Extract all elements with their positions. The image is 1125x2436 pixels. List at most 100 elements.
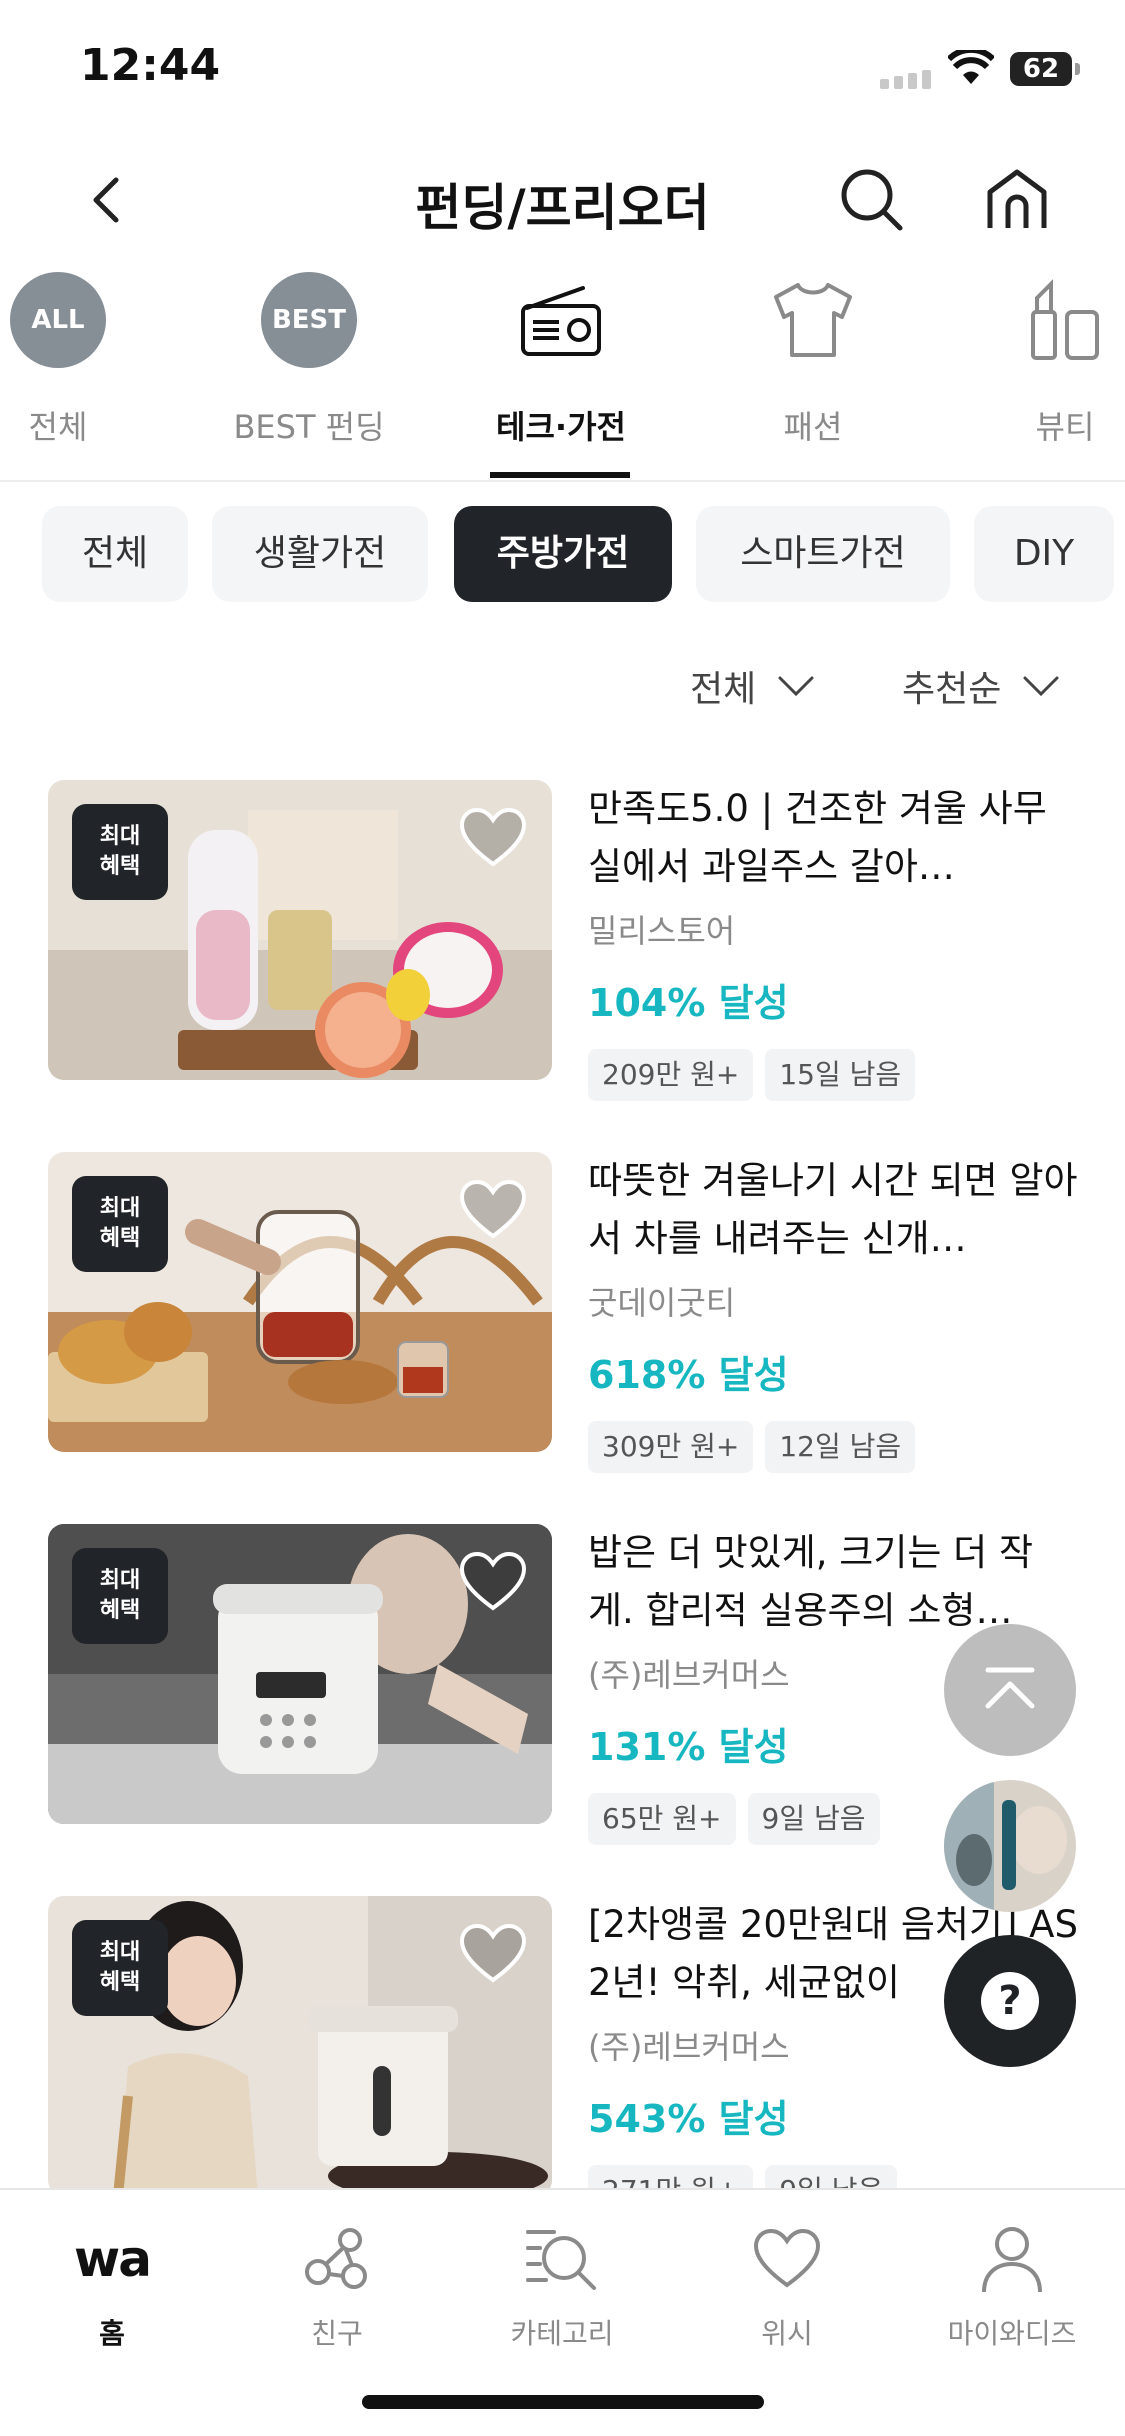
badge-text: 혜택 — [99, 1226, 141, 1251]
live-preview-button[interactable] — [944, 1780, 1076, 1912]
scroll-top-button[interactable] — [944, 1624, 1076, 1756]
max-benefit-badge: 최대혜택 — [72, 804, 168, 900]
category-label: 테크·가전 — [496, 408, 626, 446]
category-best[interactable]: BEST BEST 펀딩 — [219, 272, 399, 448]
category-label: 뷰티 — [1035, 408, 1095, 446]
badge-text: 최대 — [99, 1568, 141, 1593]
wish-button[interactable] — [458, 806, 528, 870]
achievement-rate: 104% 달성 — [588, 981, 789, 1025]
status-bar: 12:44 62 — [0, 0, 1125, 140]
search-icon — [841, 169, 903, 231]
product-title[interactable]: 따뜻한 겨울나기 시간 되면 알아서 차를 내려주는 신개… — [588, 1152, 1078, 1268]
remaining-days-tag: 9일 남음 — [747, 1793, 880, 1845]
home-button[interactable] — [982, 164, 1052, 234]
product-image[interactable]: 최대혜택 — [48, 1896, 552, 2196]
seller-name: 밀리스토어 — [588, 912, 736, 950]
signal-icon — [880, 70, 931, 89]
category-label: BEST 펀딩 — [233, 408, 385, 446]
radio-icon — [513, 272, 609, 368]
product-title[interactable]: 밥은 더 맛있게, 크기는 더 작게. 합리적 실용주의 소형… — [588, 1524, 1078, 1640]
friends-icon — [237, 2214, 437, 2304]
nav-label: 홈 — [99, 2317, 125, 2350]
category-label: 전체 — [28, 408, 88, 446]
heart-icon — [459, 1551, 527, 1611]
nav-category[interactable]: 카테고리 — [462, 2214, 662, 2352]
wa-logo-icon: wa — [12, 2214, 212, 2304]
product-image[interactable]: 최대혜택 — [48, 1524, 552, 1824]
product-info: 만족도5.0 | 건조한 겨울 사무실에서 과일주스 갈아… 밀리스토어 104… — [588, 780, 1078, 1101]
nav-label: 카테고리 — [510, 2317, 614, 2350]
divider — [0, 480, 1125, 482]
lipstick-icon — [1017, 272, 1113, 368]
heart-icon — [459, 807, 527, 867]
product-image[interactable]: 최대혜택 — [48, 780, 552, 1080]
badge-text: 최대 — [99, 824, 141, 849]
wifi-icon — [946, 46, 996, 90]
chip-diy[interactable]: DIY — [974, 506, 1114, 602]
chip-kitchen[interactable]: 주방가전 — [454, 506, 672, 602]
nav-my[interactable]: 마이와디즈 — [912, 2214, 1112, 2352]
badge-text: 최대 — [99, 1940, 141, 1965]
filter-dropdown[interactable]: 전체 — [690, 660, 816, 712]
search-button[interactable] — [836, 164, 906, 234]
help-button[interactable]: ? — [944, 1935, 1076, 2067]
max-benefit-badge: 최대혜택 — [72, 1176, 168, 1272]
category-tabs: ALL 전체 BEST BEST 펀딩 테크·가전 패션 뷰티 — [0, 272, 1125, 482]
home-indicator — [362, 2395, 764, 2409]
remaining-days-tag: 15일 남음 — [765, 1049, 916, 1101]
remaining-days-tag: 12일 남음 — [765, 1421, 916, 1473]
category-search-icon — [462, 2214, 662, 2304]
achievement-rate: 618% 달성 — [588, 1353, 789, 1397]
badge-text: 최대 — [99, 1196, 141, 1221]
preview-thumbnail-icon — [944, 1780, 1076, 1912]
subcategory-chips: 전체 생활가전 주방가전 스마트가전 DIY — [0, 506, 1125, 602]
product-image[interactable]: 최대혜택 — [48, 1152, 552, 1452]
header: 펀딩/프리오더 — [0, 140, 1125, 255]
person-icon — [912, 2214, 1112, 2304]
amount-tag: 309만 원+ — [588, 1421, 754, 1473]
category-label: 패션 — [783, 408, 843, 446]
filter-label: 전체 — [690, 669, 757, 710]
badge-text: 혜택 — [99, 1970, 141, 1995]
status-time: 12:44 — [80, 40, 221, 91]
product-card[interactable]: 최대혜택 따뜻한 겨울나기 시간 되면 알아서 차를 내려주는 신개… 굿데이굿… — [48, 1152, 1078, 1473]
category-beauty[interactable]: 뷰티 — [975, 272, 1125, 448]
battery-icon: 62 — [1010, 52, 1080, 86]
nav-wish[interactable]: 위시 — [687, 2214, 887, 2352]
question-icon: ? — [981, 1972, 1039, 2030]
nav-friends[interactable]: 친구 — [237, 2214, 437, 2352]
sort-row: 전체 추천순 — [0, 660, 1125, 730]
page-title: 펀딩/프리오더 — [415, 179, 710, 237]
category-all[interactable]: ALL 전체 — [0, 272, 148, 448]
home-icon — [987, 169, 1047, 228]
chip-all[interactable]: 전체 — [42, 506, 188, 602]
seller-name: 굿데이굿티 — [588, 1284, 736, 1322]
chevron-down-icon — [1023, 676, 1059, 697]
product-card[interactable]: 최대 혜택 [2차앵콜 20만원대 음처기] AS 2년! 악취, 세균없이 (주… — [48, 1896, 1078, 2217]
product-card[interactable]: 최대혜택 만족도5.0 | 건조한 겨울 사무실에서 과일주스 갈아… 밀리스토… — [48, 780, 1078, 1101]
heart-icon — [459, 1923, 527, 1983]
wish-button[interactable] — [458, 1550, 528, 1614]
wish-button[interactable] — [458, 1922, 528, 1986]
achievement-rate: 543% 달성 — [588, 2097, 789, 2141]
amount-tag: 65만 원+ — [588, 1793, 736, 1845]
wa-logo-text: wa — [74, 2230, 152, 2288]
best-badge-icon: BEST — [261, 272, 357, 368]
badge-text: 혜택 — [99, 854, 141, 879]
chip-living[interactable]: 생활가전 — [212, 506, 428, 602]
all-badge-icon: ALL — [10, 272, 106, 368]
product-card[interactable]: 최대 혜택 밥은 더 맛있게, 크기는 더 작게. 합리적 실용주의 소형… (주… — [48, 1524, 1078, 1845]
nav-label: 마이와디즈 — [947, 2317, 1077, 2350]
wish-button[interactable] — [458, 1178, 528, 1242]
product-title[interactable]: 만족도5.0 | 건조한 겨울 사무실에서 과일주스 갈아… — [588, 780, 1078, 896]
badge-text: 혜택 — [99, 1598, 141, 1623]
category-tech[interactable]: 테크·가전 — [471, 272, 651, 448]
sort-label: 추천순 — [902, 669, 1002, 710]
sort-dropdown[interactable]: 추천순 — [902, 660, 1061, 712]
category-fashion[interactable]: 패션 — [723, 272, 903, 448]
chip-smart[interactable]: 스마트가전 — [696, 506, 950, 602]
nav-home[interactable]: wa 홈 — [12, 2214, 212, 2352]
chevron-down-icon — [778, 676, 814, 697]
arrow-up-icon — [985, 1667, 1035, 1709]
heart-icon — [459, 1179, 527, 1239]
